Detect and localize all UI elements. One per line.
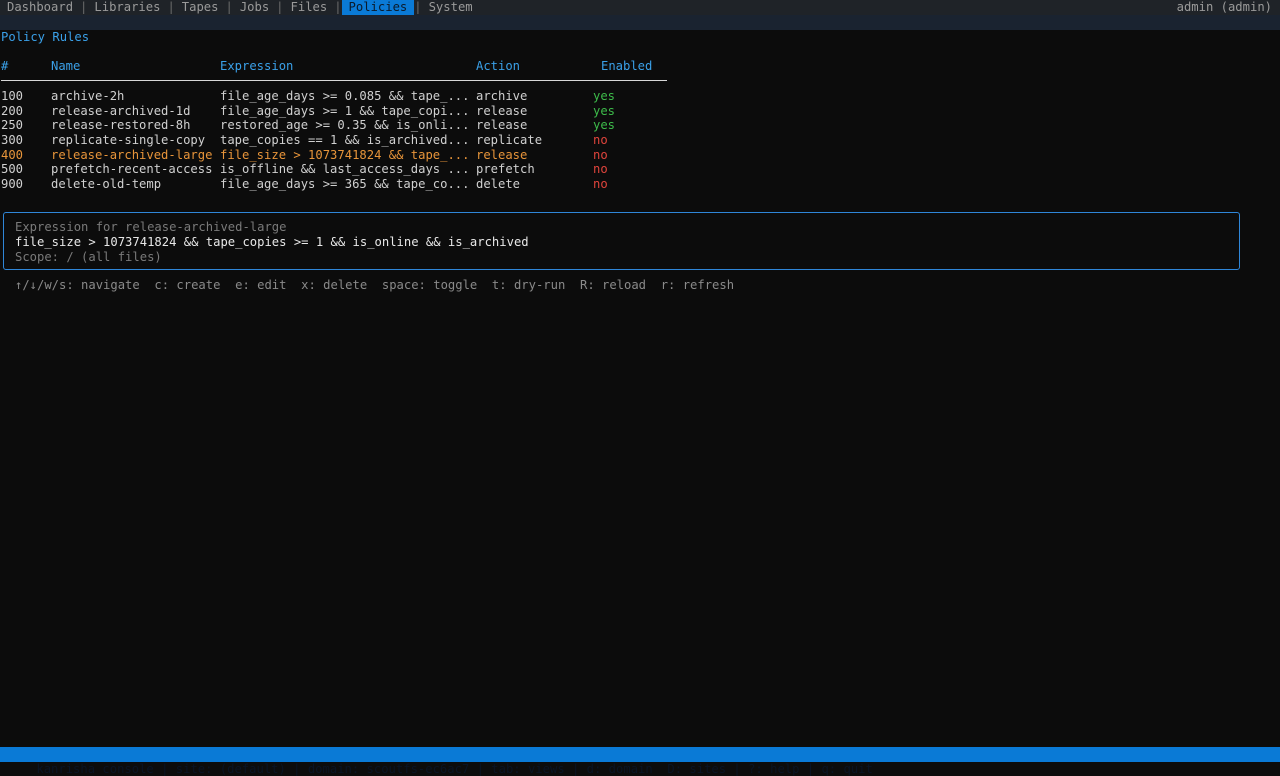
expression-text: file_size > 1073741824 && tape_copies >=… (15, 235, 529, 249)
row-enabled: yes (593, 89, 616, 103)
row-enabled: no (593, 147, 608, 162)
tab-jobs[interactable]: Jobs (233, 0, 276, 15)
row-action: replicate (476, 133, 543, 148)
tab-dashboard[interactable]: Dashboard (0, 0, 80, 15)
row-num: 200 (1, 103, 24, 118)
row-name: delete-old-temp (51, 177, 162, 192)
tab-policies[interactable]: Policies (341, 0, 415, 15)
row-expression: is_offline && last_access_days ... (220, 162, 470, 177)
tab-separator: | (414, 0, 422, 14)
tab-bar: Dashboard | Libraries | Tapes | Jobs | Files | Pol… (0, 0, 1280, 15)
row-action: prefetch (476, 162, 535, 177)
section-title: Policy Rules (1, 30, 90, 44)
tab-separator: | (334, 0, 342, 14)
tab-separator: | (225, 0, 233, 14)
row-enabled: no (593, 133, 608, 148)
row-name: release-archived-large (51, 147, 213, 162)
row-action: release (476, 147, 528, 162)
row-expression: file_size > 1073741824 && tape_... (220, 147, 470, 162)
row-num: 300 (1, 133, 24, 148)
expression-scope: Scope: / (all files) (15, 250, 162, 264)
row-num: 100 (1, 89, 24, 103)
header-divider (1, 80, 667, 81)
tab-libraries[interactable]: Libraries (87, 0, 167, 15)
row-expression: restored_age >= 0.35 && is_onli... (220, 118, 470, 133)
tab-tapes[interactable]: Tapes (175, 0, 226, 15)
row-enabled: yes (593, 103, 616, 118)
row-enabled: yes (593, 118, 616, 133)
row-expression: file_age_days >= 1 && tape_copi... (220, 103, 470, 118)
row-name: archive-2h (51, 89, 125, 103)
row-action: release (476, 103, 528, 118)
status-bar-text: kanrisha console | site: (default) | dom… (36, 762, 873, 776)
tab-separator: | (276, 0, 284, 14)
row-action: archive (476, 89, 528, 103)
tab-files[interactable]: Files (284, 0, 335, 15)
tab-separator: | (80, 0, 88, 14)
row-expression: tape_copies == 1 && is_archived... (220, 133, 470, 148)
column-header-action[interactable]: Action (476, 59, 520, 74)
row-expression: file_age_days >= 0.085 && tape_... (220, 89, 470, 103)
row-num: 900 (1, 177, 24, 192)
row-num: 250 (1, 118, 24, 133)
row-action: release (476, 118, 528, 133)
current-user: admin (admin) (1176, 0, 1272, 14)
tab-system[interactable]: System (422, 0, 480, 15)
row-action: delete (476, 177, 521, 192)
row-enabled: no (593, 177, 608, 192)
tab-separator: | (167, 0, 175, 14)
row-enabled: no (593, 162, 608, 177)
row-name: release-archived-1d (51, 103, 191, 118)
column-header-name[interactable]: Name (51, 59, 80, 74)
row-expression: file_age_days >= 365 && tape_co... (220, 177, 470, 192)
table-header-row: # Name Expression Action Enabled (1, 59, 652, 74)
column-header-expression[interactable]: Expression (220, 59, 293, 74)
row-num: 500 (1, 162, 24, 177)
row-name: prefetch-recent-access (51, 162, 213, 177)
row-name: replicate-single-copy (51, 133, 206, 148)
expression-panel-title: Expression for release-archived-large (15, 220, 287, 234)
column-header-enabled[interactable]: Enabled (601, 59, 652, 74)
policy-table-header: # Name Expression Action Enabled (1, 59, 652, 74)
tab-underbar (0, 15, 1280, 30)
column-header-num[interactable]: # (1, 59, 8, 74)
row-name: release-restored-8h (51, 118, 191, 133)
status-bar: kanrisha console | site: (default) | dom… (0, 747, 1280, 776)
row-num: 400 (1, 147, 24, 162)
expression-panel: Expression for release-archived-large fi… (3, 212, 1240, 270)
key-hints: ↑/↓/w/s: navigate c: create e: edit x: d… (15, 278, 735, 292)
terminal-screen: Dashboard | Libraries | Tapes | Jobs | Files | Pol… (0, 0, 1280, 776)
